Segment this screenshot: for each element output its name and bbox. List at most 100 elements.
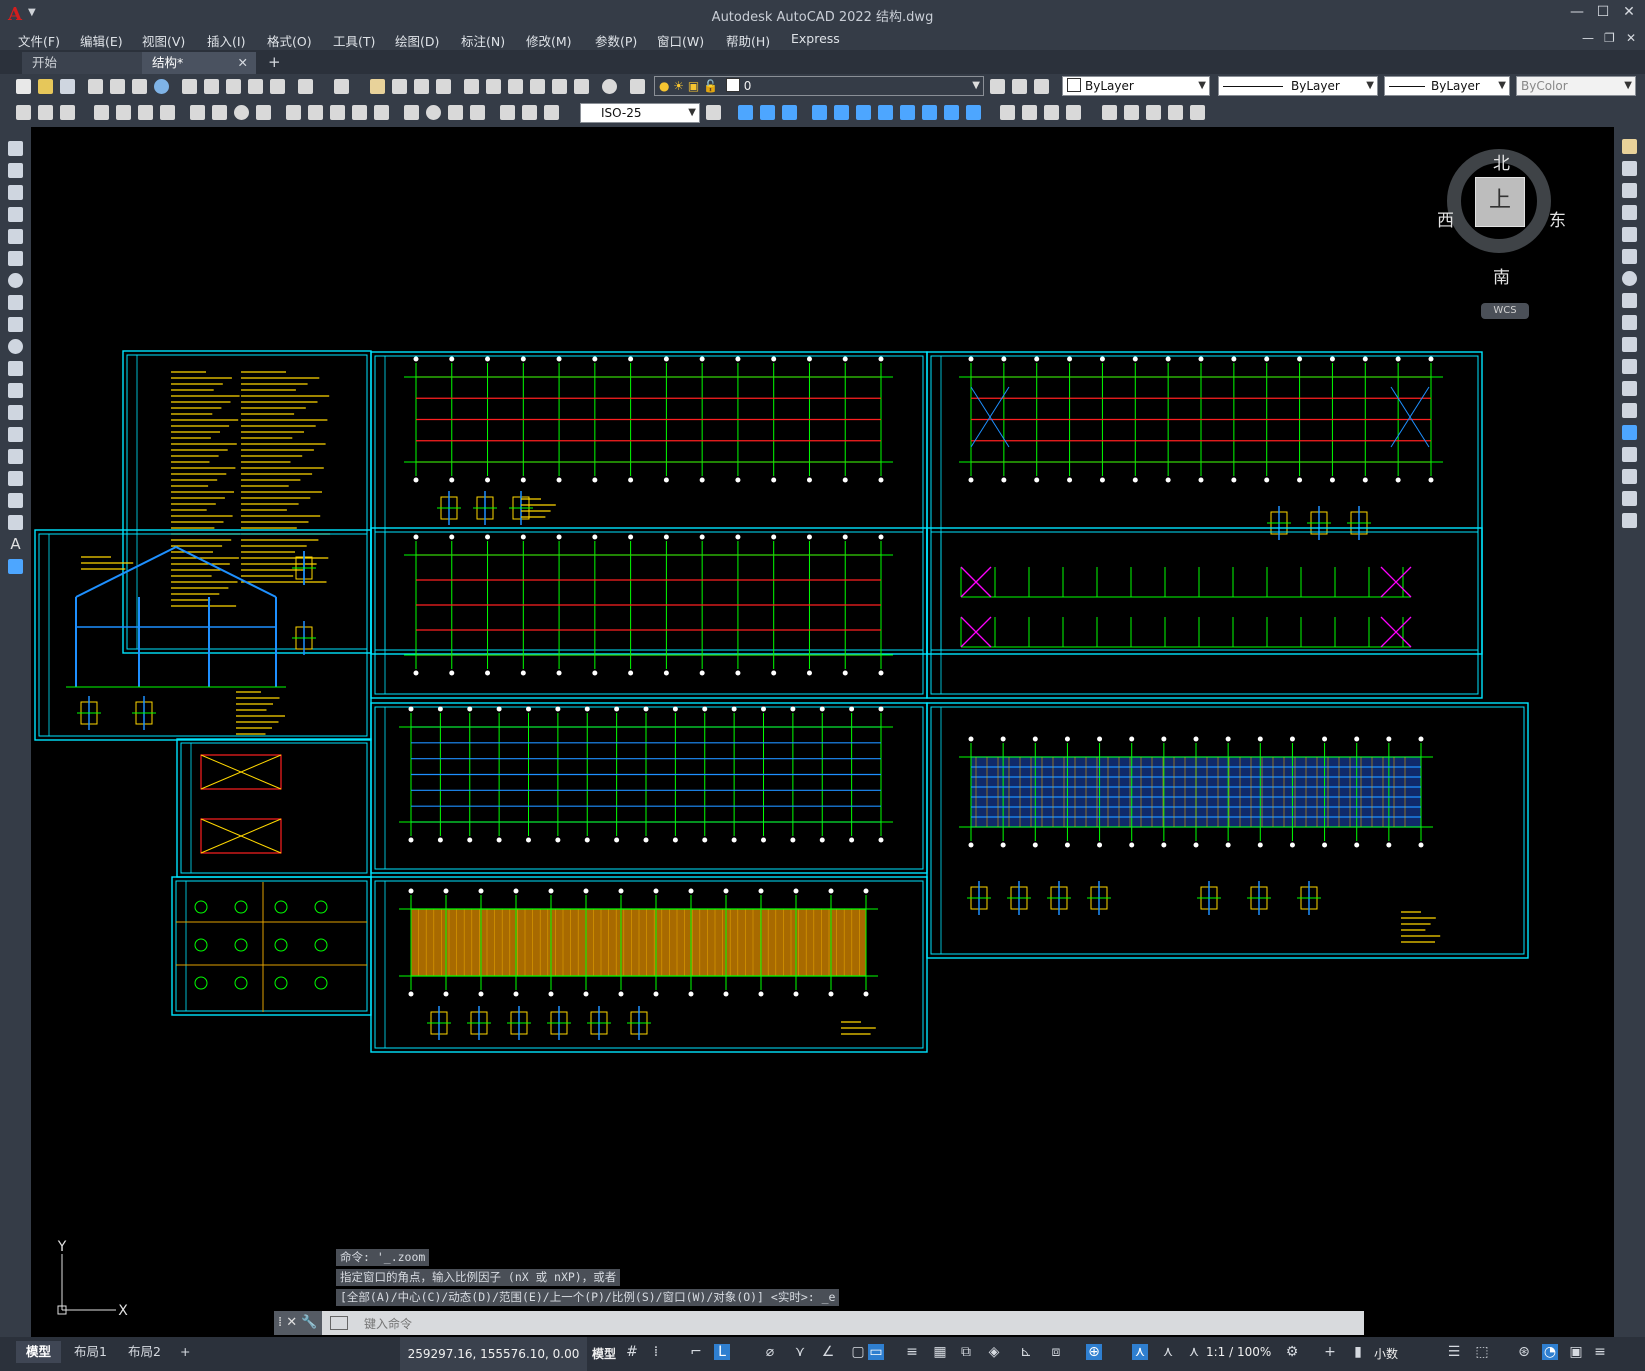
blend-curves-icon[interactable] [1622, 491, 1637, 506]
imprint-icon[interactable] [1000, 105, 1015, 120]
command-input[interactable] [362, 1313, 1356, 1335]
copy-object-icon[interactable] [1622, 161, 1637, 176]
ellipse-arc-icon[interactable] [8, 361, 23, 376]
insert-block-icon[interactable] [16, 105, 31, 120]
plotstyle-dropdown[interactable]: ByColor ▼ [1516, 76, 1636, 96]
compass-east[interactable]: 东 [1549, 206, 1566, 231]
design-center-icon[interactable] [486, 79, 501, 94]
offset-faces-icon[interactable] [856, 105, 871, 120]
viewcube-top-face[interactable]: 上 [1475, 177, 1525, 227]
selection-cycling-icon[interactable]: ⧉ [958, 1344, 974, 1360]
color-faces-icon[interactable] [966, 105, 981, 120]
dimstyle-dropdown[interactable]: ISO-25 ▼ [580, 103, 700, 123]
undo-icon[interactable] [298, 79, 313, 94]
paste-icon[interactable] [226, 79, 241, 94]
attribute-icon[interactable] [60, 105, 75, 120]
menu-window[interactable]: 窗口(W) [657, 31, 704, 50]
table-icon[interactable] [8, 515, 23, 530]
menu-file[interactable]: 文件(F) [18, 31, 60, 50]
fillet-edges-icon[interactable] [1190, 105, 1205, 120]
compass-west[interactable]: 西 [1437, 206, 1454, 231]
open-file-icon[interactable] [38, 79, 53, 94]
annotation-scale-value[interactable]: 1:1 / 100% [1206, 1345, 1271, 1359]
tab-model[interactable]: 模型 [16, 1341, 62, 1363]
sheet-set-icon[interactable] [530, 79, 545, 94]
taper-faces-icon[interactable] [922, 105, 937, 120]
linear-dimension-icon[interactable] [94, 105, 109, 120]
color-edges-icon[interactable] [1168, 105, 1183, 120]
inspect-icon[interactable] [448, 105, 463, 120]
quick-properties-icon[interactable]: ☰ [1446, 1344, 1462, 1360]
copy-faces-icon[interactable] [944, 105, 959, 120]
tool-palettes-icon[interactable] [508, 79, 523, 94]
shell-icon[interactable] [1066, 105, 1081, 120]
customize-icon[interactable]: 🔧 [301, 1315, 317, 1330]
rectangle-icon[interactable] [8, 229, 23, 244]
ellipse-icon[interactable] [8, 339, 23, 354]
plot-icon[interactable] [88, 79, 103, 94]
line-icon[interactable] [8, 141, 23, 156]
save-icon[interactable] [60, 79, 75, 94]
annotation-monitor-icon[interactable]: + [1322, 1344, 1338, 1360]
circle-icon[interactable] [8, 273, 23, 288]
angular-dimension-icon[interactable] [256, 105, 271, 120]
viewcube[interactable]: 上 北 南 东 西 WCS [1431, 127, 1581, 327]
snap-icon[interactable]: ⁞ [648, 1344, 664, 1360]
publish-web-icon[interactable] [154, 79, 169, 94]
array-icon[interactable] [1622, 227, 1637, 242]
match-properties-icon[interactable] [248, 79, 263, 94]
tab-structure[interactable]: 结构* ✕ [142, 52, 256, 74]
workspace-icon[interactable]: ⚙ [1284, 1344, 1300, 1360]
annotation-visibility-icon[interactable]: ⋏ [1132, 1344, 1148, 1360]
new-tab-button[interactable]: + [268, 53, 281, 71]
hatch-icon[interactable] [8, 449, 23, 464]
markup-icon[interactable] [552, 79, 567, 94]
dimension-style-icon[interactable] [706, 105, 721, 120]
layer-dropdown[interactable]: ● ☀ ▣ 🔓 0 ▼ [654, 76, 984, 96]
polar-tracking-icon[interactable]: ⌀ [762, 1344, 778, 1360]
transparency-icon[interactable]: ▦ [932, 1344, 948, 1360]
zoom-realtime-icon[interactable] [392, 79, 407, 94]
region-icon[interactable] [8, 493, 23, 508]
offset-icon[interactable] [1622, 205, 1637, 220]
rotate-faces-icon[interactable] [900, 105, 915, 120]
menu-tools[interactable]: 工具(T) [333, 31, 375, 50]
clean-screen-icon[interactable]: ▣ [1568, 1344, 1584, 1360]
check-solid-icon[interactable] [1102, 105, 1117, 120]
erase-icon[interactable] [1622, 139, 1637, 154]
layer-previous-icon[interactable] [1012, 79, 1027, 94]
color-dropdown[interactable]: ByLayer ▼ [1062, 76, 1210, 96]
extract-edges-icon[interactable] [1124, 105, 1139, 120]
polygon-icon[interactable] [8, 207, 23, 222]
diameter-dimension-icon[interactable] [234, 105, 249, 120]
polyline-icon[interactable] [8, 185, 23, 200]
hardware-acceleration-icon[interactable]: ◔ [1542, 1344, 1558, 1360]
continue-dimension-icon[interactable] [330, 105, 345, 120]
arc-length-icon[interactable] [138, 105, 153, 120]
infer-constraints-icon[interactable]: ⌐ [688, 1344, 704, 1360]
arc-icon[interactable] [8, 251, 23, 266]
jogged-linear-icon[interactable] [470, 105, 485, 120]
add-layout-button[interactable]: + [170, 1341, 200, 1363]
coordinates-readout[interactable]: 259297.16, 155576.10, 0.00 [400, 1337, 587, 1371]
intersect-icon[interactable] [782, 105, 797, 120]
break-icon[interactable] [1622, 403, 1637, 418]
stretch-icon[interactable] [1622, 315, 1637, 330]
xref-icon[interactable] [38, 105, 53, 120]
multiline-text-icon[interactable]: A [8, 537, 23, 552]
model-space-toggle[interactable]: 模型 [592, 1345, 616, 1362]
point-icon[interactable] [8, 427, 23, 442]
fillet-icon[interactable] [1622, 469, 1637, 484]
doc-minimize-button[interactable]: — [1582, 31, 1594, 45]
menu-insert[interactable]: 插入(I) [207, 31, 245, 50]
insert-block-left-icon[interactable] [8, 383, 23, 398]
copy-icon[interactable] [204, 79, 219, 94]
tab-layout2[interactable]: 布局2 [118, 1341, 171, 1363]
extrude-faces-icon[interactable] [812, 105, 827, 120]
auto-scale-icon[interactable]: ⋏ [1160, 1344, 1176, 1360]
tolerance-icon[interactable] [404, 105, 419, 120]
recent-commands-icon[interactable] [330, 1316, 348, 1330]
new-file-icon[interactable] [16, 79, 31, 94]
quickcalc-icon[interactable] [574, 79, 589, 94]
publish-icon[interactable] [132, 79, 147, 94]
